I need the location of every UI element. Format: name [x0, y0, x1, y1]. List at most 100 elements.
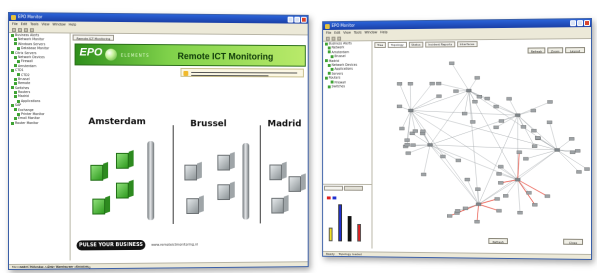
tab-status[interactable]: Status	[408, 42, 423, 48]
menu-window[interactable]: Window	[52, 21, 65, 27]
status-dot-icon	[11, 86, 14, 89]
topology-node-icon	[547, 121, 552, 124]
topology-link	[430, 145, 479, 204]
menu-tools[interactable]: Tools	[354, 30, 362, 36]
menu-tools[interactable]: Tools	[30, 21, 38, 27]
status-dot-icon	[328, 72, 331, 75]
app-icon	[11, 15, 16, 20]
logo: EPO	[80, 47, 103, 59]
topology-node-icon	[570, 151, 575, 154]
topology-link	[452, 63, 469, 91]
back-icon[interactable]	[326, 36, 330, 40]
topology-node-icon	[437, 95, 442, 98]
layout-button[interactable]: Layout	[565, 47, 585, 53]
server-icon[interactable]	[116, 179, 134, 199]
topology-link	[479, 199, 498, 205]
status-dot-icon	[14, 78, 17, 81]
chart-tab[interactable]	[344, 186, 363, 191]
menu-window[interactable]: Window	[365, 29, 378, 35]
forward-icon[interactable]	[332, 36, 336, 40]
legend-item-blue	[333, 196, 337, 199]
server-icon[interactable]	[116, 149, 134, 169]
menu-file[interactable]: File	[12, 21, 18, 27]
maximize-button[interactable]	[577, 20, 583, 26]
network-pipe	[147, 141, 154, 220]
close-button[interactable]	[301, 17, 307, 23]
status-dot-icon	[325, 42, 328, 45]
topology-graph[interactable]	[372, 55, 592, 245]
status-dot-icon	[14, 38, 17, 41]
refresh-button[interactable]: Refresh	[528, 47, 546, 53]
tree-item-label: Switches	[332, 84, 345, 88]
topology-link	[518, 152, 520, 179]
status-dot-icon	[14, 82, 17, 85]
topology-node-icon	[456, 159, 461, 162]
status-dot-icon	[14, 64, 17, 67]
menu-help[interactable]: Help	[380, 29, 387, 35]
menu-view[interactable]: View	[41, 21, 49, 27]
footer-url[interactable]: www.remoteictmonitoring.nl	[151, 243, 198, 247]
topology-link	[469, 90, 518, 179]
dashboard-tab[interactable]: Remote ICT Monitoring	[73, 35, 115, 41]
server-icon[interactable]	[90, 161, 108, 181]
forward-icon[interactable]	[18, 28, 22, 32]
server-icon[interactable]	[271, 194, 288, 214]
menu-file[interactable]: File	[326, 30, 331, 36]
topology-node-icon	[476, 203, 481, 206]
topology-link	[509, 99, 518, 115]
server-icon[interactable]	[217, 151, 234, 171]
topology-link	[506, 180, 518, 196]
server-icon[interactable]	[217, 180, 234, 200]
topology-node-icon	[498, 181, 503, 184]
topology-node-icon	[555, 148, 560, 151]
zoom-select[interactable]: Zoom	[547, 47, 563, 53]
menu-edit[interactable]: Edit	[334, 30, 340, 36]
server-icon[interactable]	[289, 172, 306, 192]
topology-link	[450, 204, 479, 216]
tab-tree[interactable]: Tree	[374, 42, 386, 48]
city-divider	[260, 125, 261, 223]
right-window-title: EPO Monitor	[332, 23, 355, 28]
topology-node-icon	[523, 157, 528, 160]
topology-node-icon	[517, 151, 522, 154]
topology-node-icon	[477, 95, 482, 98]
server-icon[interactable]	[269, 161, 286, 181]
topology-node-icon	[406, 152, 411, 155]
refresh-icon[interactable]	[24, 28, 28, 32]
status-dot-icon	[11, 51, 14, 54]
status-dot-icon	[325, 59, 328, 62]
topology-node-icon	[463, 207, 468, 210]
maximize-button[interactable]	[294, 17, 300, 23]
topology-node-icon	[408, 82, 413, 85]
menu-help[interactable]: Help	[69, 22, 77, 28]
minimize-button[interactable]	[570, 20, 576, 26]
tree-item[interactable]: Router Monitor	[9, 121, 70, 125]
bottom-bar-item[interactable]: Remote ICT Monitoring	[56, 264, 90, 270]
bar-red	[357, 224, 361, 242]
back-icon[interactable]	[12, 28, 16, 32]
refresh-button[interactable]: Refresh	[488, 238, 508, 244]
chart-tab[interactable]	[324, 186, 343, 191]
refresh-icon[interactable]	[337, 36, 341, 40]
topology-link	[465, 91, 469, 114]
tree-item[interactable]: Switches	[323, 84, 371, 89]
server-icon[interactable]	[92, 195, 110, 215]
print-icon[interactable]	[30, 28, 34, 32]
close-button[interactable]	[584, 20, 590, 26]
tab-incident-reports[interactable]: Incident Reports	[425, 41, 455, 47]
tab-topology[interactable]: Topology	[388, 42, 406, 48]
server-icon[interactable]	[186, 194, 203, 214]
left-tree-panel: Business Alerts Network Monitor Windows Se…	[9, 33, 71, 261]
close-button[interactable]: Close	[563, 239, 583, 245]
topology-link	[411, 84, 432, 111]
server-icon[interactable]	[184, 161, 201, 181]
info-icon	[183, 71, 188, 76]
menu-edit[interactable]: Edit	[21, 21, 28, 27]
menu-view[interactable]: View	[343, 30, 351, 36]
minimize-button[interactable]	[288, 17, 294, 23]
bottom-bar-item[interactable]: Business Alerts	[30, 264, 53, 270]
bottom-bar-item[interactable]: Start	[20, 264, 27, 270]
topology-node-icon	[531, 129, 536, 132]
status-dot-icon	[14, 117, 17, 120]
tab-interfaces[interactable]: Interfaces	[457, 41, 477, 47]
